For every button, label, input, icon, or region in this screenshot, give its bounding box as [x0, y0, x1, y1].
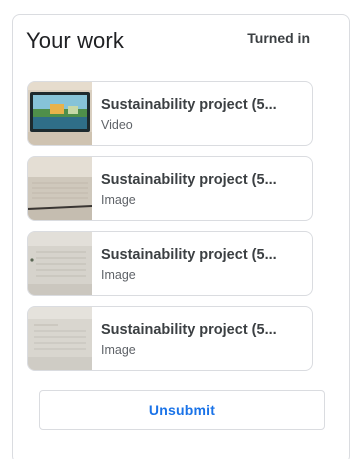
- attachment-title: Sustainability project (5...: [101, 97, 277, 113]
- attachment-type: Image: [101, 343, 136, 357]
- attachment-item-image[interactable]: Sustainability project (5... Image: [27, 231, 313, 296]
- your-work-header: Your work Turned in: [26, 26, 310, 62]
- image-thumbnail-icon: [28, 307, 92, 370]
- video-thumbnail-icon: [28, 82, 92, 145]
- attachment-type: Image: [101, 268, 136, 282]
- unsubmit-button[interactable]: Unsubmit: [39, 390, 325, 430]
- attachment-title: Sustainability project (5...: [101, 322, 277, 338]
- turned-in-status: Turned in: [247, 30, 310, 46]
- image-thumbnail: [28, 157, 92, 220]
- attachment-item-video[interactable]: Sustainability project (5... Video: [27, 81, 313, 146]
- attachment-item-image[interactable]: Sustainability project (5... Image: [27, 156, 313, 221]
- video-thumbnail: [28, 82, 92, 145]
- image-thumbnail: [28, 307, 92, 370]
- attachment-title: Sustainability project (5...: [101, 172, 277, 188]
- image-thumbnail-icon: [28, 232, 92, 295]
- attachment-type: Video: [101, 118, 133, 132]
- attachment-title: Sustainability project (5...: [101, 247, 277, 263]
- attachment-item-image[interactable]: Sustainability project (5... Image: [27, 306, 313, 371]
- attachment-type: Image: [101, 193, 136, 207]
- image-thumbnail: [28, 232, 92, 295]
- your-work-title: Your work: [26, 28, 124, 53]
- image-thumbnail-icon: [28, 157, 92, 220]
